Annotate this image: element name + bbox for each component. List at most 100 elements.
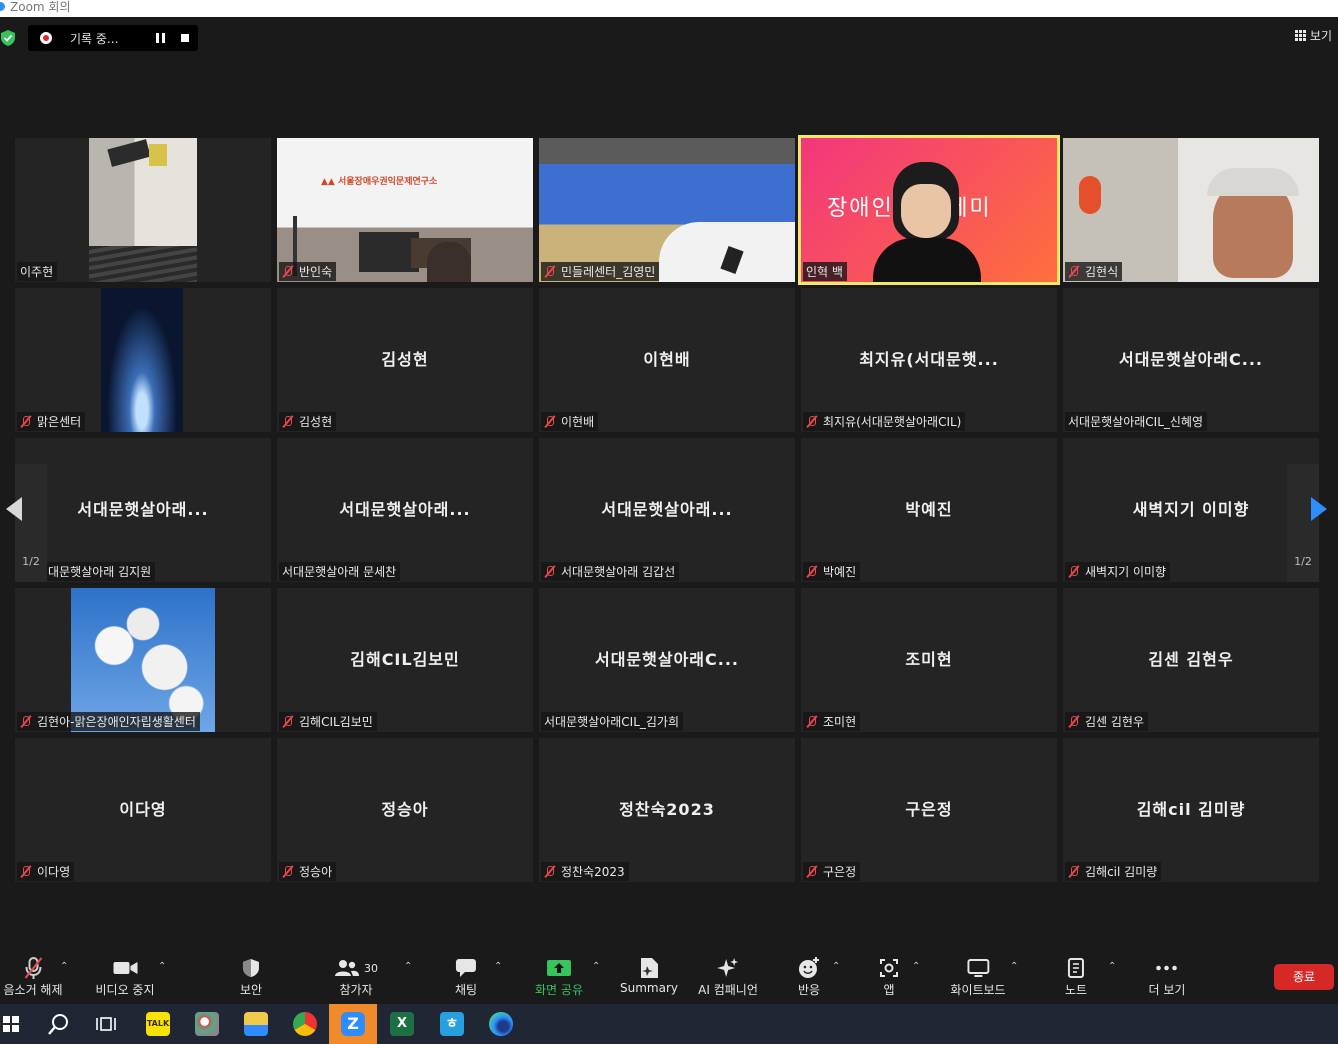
zoom-logo-icon (0, 2, 5, 11)
notes-label: 노트 (1064, 983, 1088, 997)
participant-tile[interactable]: 박예진 박예진 (801, 438, 1057, 582)
participant-tile[interactable]: 서대문햇살아래... 서대문햇살아래 김갑선 (539, 438, 795, 582)
participant-display-name: 조미현 (905, 650, 953, 669)
participant-tile[interactable]: 이현배 이현배 (539, 288, 795, 432)
participant-tile[interactable]: 김현식 (1063, 138, 1319, 282)
hangul-icon[interactable]: ㅎ (440, 1012, 464, 1036)
participant-tile[interactable]: ▲▲ 서울장애우권익문제연구소 반인숙 (277, 138, 533, 282)
participant-name-label: 정승아 (279, 862, 337, 881)
participant-name-label: 서대문햇살아래 김갑선 (541, 562, 680, 581)
summary-button[interactable]: Summary (620, 955, 678, 995)
participant-tile[interactable]: 민들레센터_김영민 (539, 138, 795, 282)
participant-display-name: 최지유(서대문햇... (859, 350, 999, 369)
stop-video-button[interactable]: 비디오 중지 (95, 955, 155, 998)
share-chevron-up-icon[interactable]: ⌃ (592, 961, 600, 972)
participant-display-name: 김성현 (381, 350, 429, 369)
emoji-add-icon (798, 955, 820, 981)
mic-muted-icon (282, 415, 294, 428)
chat-button[interactable]: 채팅 (455, 955, 477, 998)
windows-start-icon[interactable] (3, 1016, 19, 1032)
grid-view-icon (1294, 30, 1306, 41)
audio-options-chevron-up-icon[interactable]: ⌃ (60, 961, 68, 972)
kakaotalk-icon[interactable]: TALK (146, 1012, 170, 1036)
file-explorer-icon[interactable] (244, 1012, 268, 1036)
participant-tile[interactable]: 이다영 이다영 (15, 738, 271, 882)
participant-tile[interactable]: 김성현 김성현 (277, 288, 533, 432)
participants-label: 참가자 (339, 983, 373, 997)
participant-tile[interactable]: 구은정 구은정 (801, 738, 1057, 882)
participant-tile[interactable]: 김해CIL김보민 김해CIL김보민 (277, 588, 533, 732)
task-view-icon[interactable] (96, 1015, 116, 1033)
participant-tile[interactable]: 서대문햇살아래C... 서대문햇살아래CIL_신혜영 (1063, 288, 1319, 432)
chat-chevron-up-icon[interactable]: ⌃ (494, 961, 502, 972)
participant-label-text: 정찬숙2023 (561, 865, 625, 879)
mic-muted-icon (1068, 265, 1080, 278)
notes-button[interactable]: 노트 (1065, 955, 1087, 998)
chat-label: 채팅 (454, 983, 478, 997)
participant-label-text: 김해cil 김미량 (1085, 865, 1158, 879)
video-options-chevron-up-icon[interactable]: ⌃ (158, 961, 166, 972)
participant-tile[interactable]: 서대문햇살아래C... 서대문햇살아래CIL_김가희 (539, 588, 795, 732)
participant-name-label: 이다영 (17, 862, 75, 881)
more-button[interactable]: 더 보기 (1149, 955, 1185, 998)
participant-tile[interactable]: 김현아-맑은장애인자립생활센터 (15, 588, 271, 732)
participant-tile[interactable]: 최지유(서대문햇... 최지유(서대문햇살아래CIL) (801, 288, 1057, 432)
participants-button[interactable]: 30 참가자 (334, 955, 378, 998)
whiteboard-button[interactable]: 화이트보드 (950, 955, 1006, 998)
participant-tile[interactable]: 정승아 정승아 (277, 738, 533, 882)
participant-tile[interactable]: 조미현 조미현 (801, 588, 1057, 732)
participant-tile[interactable]: 김해cil 김미량 김해cil 김미량 (1063, 738, 1319, 882)
shield-check-icon[interactable] (1, 30, 15, 46)
reactions-chevron-up-icon[interactable]: ⌃ (832, 961, 840, 972)
participant-tile[interactable]: 맑은센터 (15, 288, 271, 432)
ai-companion-button[interactable]: AI 컴패니언 (698, 955, 758, 998)
participant-display-name: 서대문햇살아래... (77, 500, 209, 519)
apps-icon (879, 955, 899, 981)
mic-muted-icon (544, 865, 556, 878)
apps-chevron-up-icon[interactable]: ⌃ (912, 961, 920, 972)
view-label: 보기 (1309, 29, 1332, 43)
previous-page-button[interactable]: 1/2 (6, 464, 47, 582)
participant-tile[interactable]: 장애인 아카데미인혁 백 (798, 135, 1060, 285)
chrome-icon[interactable] (293, 1012, 317, 1036)
participant-tile[interactable]: 이주현 (15, 138, 271, 282)
reactions-label: 반응 (797, 983, 821, 997)
participant-video (15, 138, 271, 282)
apps-button[interactable]: 앱 (879, 955, 899, 998)
participants-chevron-up-icon[interactable]: ⌃ (404, 961, 412, 972)
mic-muted-icon (3, 955, 62, 981)
share-screen-button[interactable]: 화면 공유 (535, 955, 583, 998)
edge-icon[interactable] (489, 1012, 513, 1036)
mic-muted-icon (544, 415, 556, 428)
whiteboard-chevron-up-icon[interactable]: ⌃ (1010, 961, 1018, 972)
participant-tile[interactable]: 서대문햇살아래... 서대문햇살아래 문세찬 (277, 438, 533, 582)
participant-label-text: 서대문햇살아래 김지원 (37, 565, 152, 579)
participant-display-name: 정승아 (381, 800, 429, 819)
whiteboard-icon (950, 955, 1005, 981)
participant-tile[interactable]: 정찬숙2023 정찬숙2023 (539, 738, 795, 882)
stop-recording-icon[interactable] (181, 34, 189, 42)
pause-recording-icon[interactable] (156, 33, 165, 43)
unmute-button[interactable]: 음소거 해제 (3, 955, 63, 998)
search-icon[interactable] (48, 1013, 70, 1035)
paint-icon[interactable] (195, 1012, 219, 1036)
participant-label-text: 이주현 (20, 265, 54, 279)
participant-name-label: 민들레센터_김영민 (541, 262, 660, 281)
reactions-button[interactable]: 반응 (798, 955, 820, 998)
excel-icon[interactable]: X (390, 1012, 414, 1036)
participant-label-text: 김성현 (299, 415, 333, 429)
zoom-taskbar-button[interactable]: Z (329, 1004, 377, 1044)
participant-tile[interactable]: 김센 김현우 김센 김현우 (1063, 588, 1319, 732)
next-page-button[interactable]: 1/2 (1287, 464, 1327, 582)
notes-chevron-up-icon[interactable]: ⌃ (1108, 961, 1116, 972)
participant-tile[interactable]: 서대문햇살아래... 서대문햇살아래 김지원 (15, 438, 271, 582)
participant-name-label: 반인숙 (279, 262, 337, 281)
security-button[interactable]: 보안 (240, 955, 262, 998)
view-button[interactable]: 보기 (1294, 27, 1332, 44)
participant-name-label: 김성현 (279, 412, 337, 431)
participant-name-label: 서대문햇살아래 문세찬 (279, 562, 401, 581)
end-meeting-button[interactable]: 종료 (1274, 964, 1334, 990)
security-shield-icon (240, 955, 262, 981)
summary-label: Summary (620, 981, 678, 995)
participant-tile[interactable]: 새벽지기 이미향 새벽지기 이미향 (1063, 438, 1319, 582)
